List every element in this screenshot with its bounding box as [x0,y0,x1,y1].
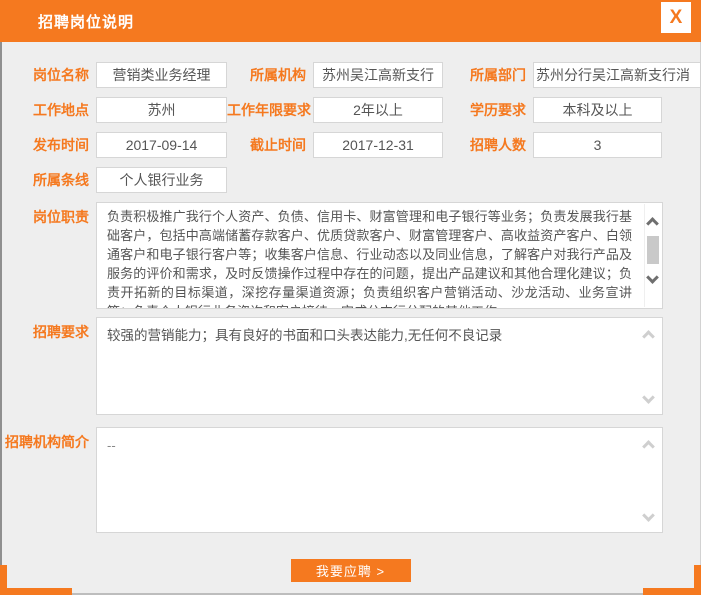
publish-date-field[interactable]: 2017-09-14 [96,132,227,158]
duties-textarea[interactable]: 负责积极推广我行个人资产、负债、信用卡、财富管理和电子银行等业务；负责发展我行基… [96,202,663,309]
dialog-body: 岗位名称 营销类业务经理 所属机构 苏州吴江高新支行 所属部门 苏州分行吴江高新… [0,42,701,582]
position-name-field[interactable]: 营销类业务经理 [96,62,227,88]
dialog-header: 招聘岗位说明 [0,0,701,42]
duties-label: 岗位职责 [33,209,89,225]
business-line-field[interactable]: 个人银行业务 [96,167,227,193]
scroll-down-icon[interactable] [646,271,659,284]
experience-field[interactable]: 2年以上 [313,97,443,123]
close-icon[interactable]: X [661,2,691,33]
deadline-field[interactable]: 2017-12-31 [313,132,443,158]
corner-accent [0,588,72,595]
headcount-field[interactable]: 3 [533,132,662,158]
business-line-label: 所属条线 [33,172,89,188]
experience-label: 工作年限要求 [227,102,311,118]
field-row-2: 工作地点 苏州 工作年限要求 2年以上 学历要求 本科及以上 [0,97,701,123]
duties-section: 岗位职责 负责积极推广我行个人资产、负债、信用卡、财富管理和电子银行等业务；负责… [0,202,701,317]
institution-label: 所属机构 [250,67,306,83]
headcount-label: 招聘人数 [470,137,526,153]
location-field[interactable]: 苏州 [96,97,227,123]
scroll-up-icon[interactable] [646,217,659,230]
requirements-text: 较强的营销能力；具有良好的书面和口头表达能力,无任何不良记录 [107,328,503,343]
institution-field[interactable]: 苏州吴江高新支行 [313,62,443,88]
field-row-4: 所属条线 个人银行业务 [0,167,701,193]
dialog-title: 招聘岗位说明 [38,13,135,31]
intro-text: -- [107,438,116,453]
requirements-section: 招聘要求 较强的营销能力；具有良好的书面和口头表达能力,无任何不良记录 [0,317,701,415]
publish-date-label: 发布时间 [33,137,89,153]
field-row-1: 岗位名称 营销类业务经理 所属机构 苏州吴江高新支行 所属部门 苏州分行吴江高新… [0,62,701,88]
location-label: 工作地点 [33,102,89,118]
job-description-dialog: 招聘岗位说明 X 岗位名称 营销类业务经理 所属机构 苏州吴江高新支行 所属部门… [0,0,701,595]
education-field[interactable]: 本科及以上 [533,97,662,123]
intro-section: 招聘机构简介 -- [0,427,701,533]
scroll-down-icon [642,391,655,404]
dialog-left-border [0,42,2,595]
department-label: 所属部门 [470,67,526,83]
corner-accent [643,588,701,595]
scroll-down-icon [642,509,655,522]
intro-label: 招聘机构简介 [5,434,89,450]
education-label: 学历要求 [470,102,526,118]
department-field[interactable]: 苏州分行吴江高新支行消 [533,62,701,88]
requirements-label: 招聘要求 [33,324,89,340]
duties-scrollbar[interactable] [644,204,661,307]
field-row-3: 发布时间 2017-09-14 截止时间 2017-12-31 招聘人数 3 [0,132,701,158]
position-name-label: 岗位名称 [33,67,89,83]
deadline-label: 截止时间 [250,137,306,153]
duties-text: 负责积极推广我行个人资产、负债、信用卡、财富管理和电子银行等业务；负责发展我行基… [107,209,632,308]
intro-textarea[interactable]: -- [96,427,663,533]
apply-button[interactable]: 我要应聘 > [290,559,411,582]
scrollbar-thumb[interactable] [647,236,659,264]
requirements-textarea[interactable]: 较强的营销能力；具有良好的书面和口头表达能力,无任何不良记录 [96,317,663,415]
